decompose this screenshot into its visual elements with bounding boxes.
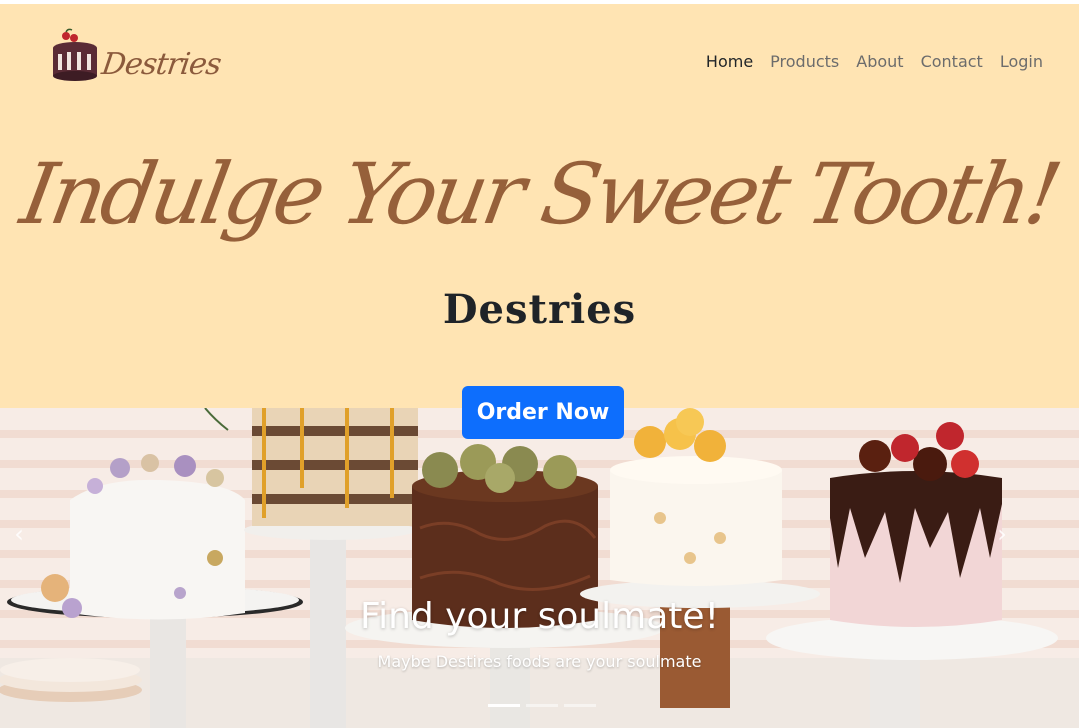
cake-icon xyxy=(53,28,97,81)
carousel-indicator-1[interactable] xyxy=(488,704,520,707)
carousel-indicators xyxy=(488,704,596,707)
cakes-slide-image xyxy=(0,408,1079,728)
main-nav: Home Products About Contact Login xyxy=(706,52,1043,71)
nav-link-home[interactable]: Home xyxy=(706,52,753,71)
carousel-indicator-2[interactable] xyxy=(526,704,558,707)
nav-link-login[interactable]: Login xyxy=(1000,52,1043,71)
hero-tagline: Indulge Your Sweet Tooth! xyxy=(14,145,1065,243)
brand-link[interactable]: Destries xyxy=(50,28,223,84)
carousel-prev-chevron-left-icon[interactable]: ‹ xyxy=(4,520,34,550)
order-now-button[interactable]: Order Now xyxy=(462,386,624,439)
carousel-caption-title: Find your soulmate! xyxy=(359,596,719,637)
cake-carousel: ‹ › Find your soulmate! Maybe Destires f… xyxy=(0,408,1079,728)
hero-site-name: Destries xyxy=(442,286,637,333)
carousel-indicator-3[interactable] xyxy=(564,704,596,707)
brand-name: Destries xyxy=(99,47,223,82)
carousel-next-chevron-right-icon[interactable]: › xyxy=(987,520,1017,550)
nav-link-contact[interactable]: Contact xyxy=(921,52,983,71)
carousel-caption-subtitle: Maybe Destires foods are your soulmate xyxy=(377,652,702,671)
nav-link-products[interactable]: Products xyxy=(770,52,839,71)
nav-link-about[interactable]: About xyxy=(856,52,903,71)
hero-section: Destries Home Products About Contact Log… xyxy=(0,4,1079,408)
